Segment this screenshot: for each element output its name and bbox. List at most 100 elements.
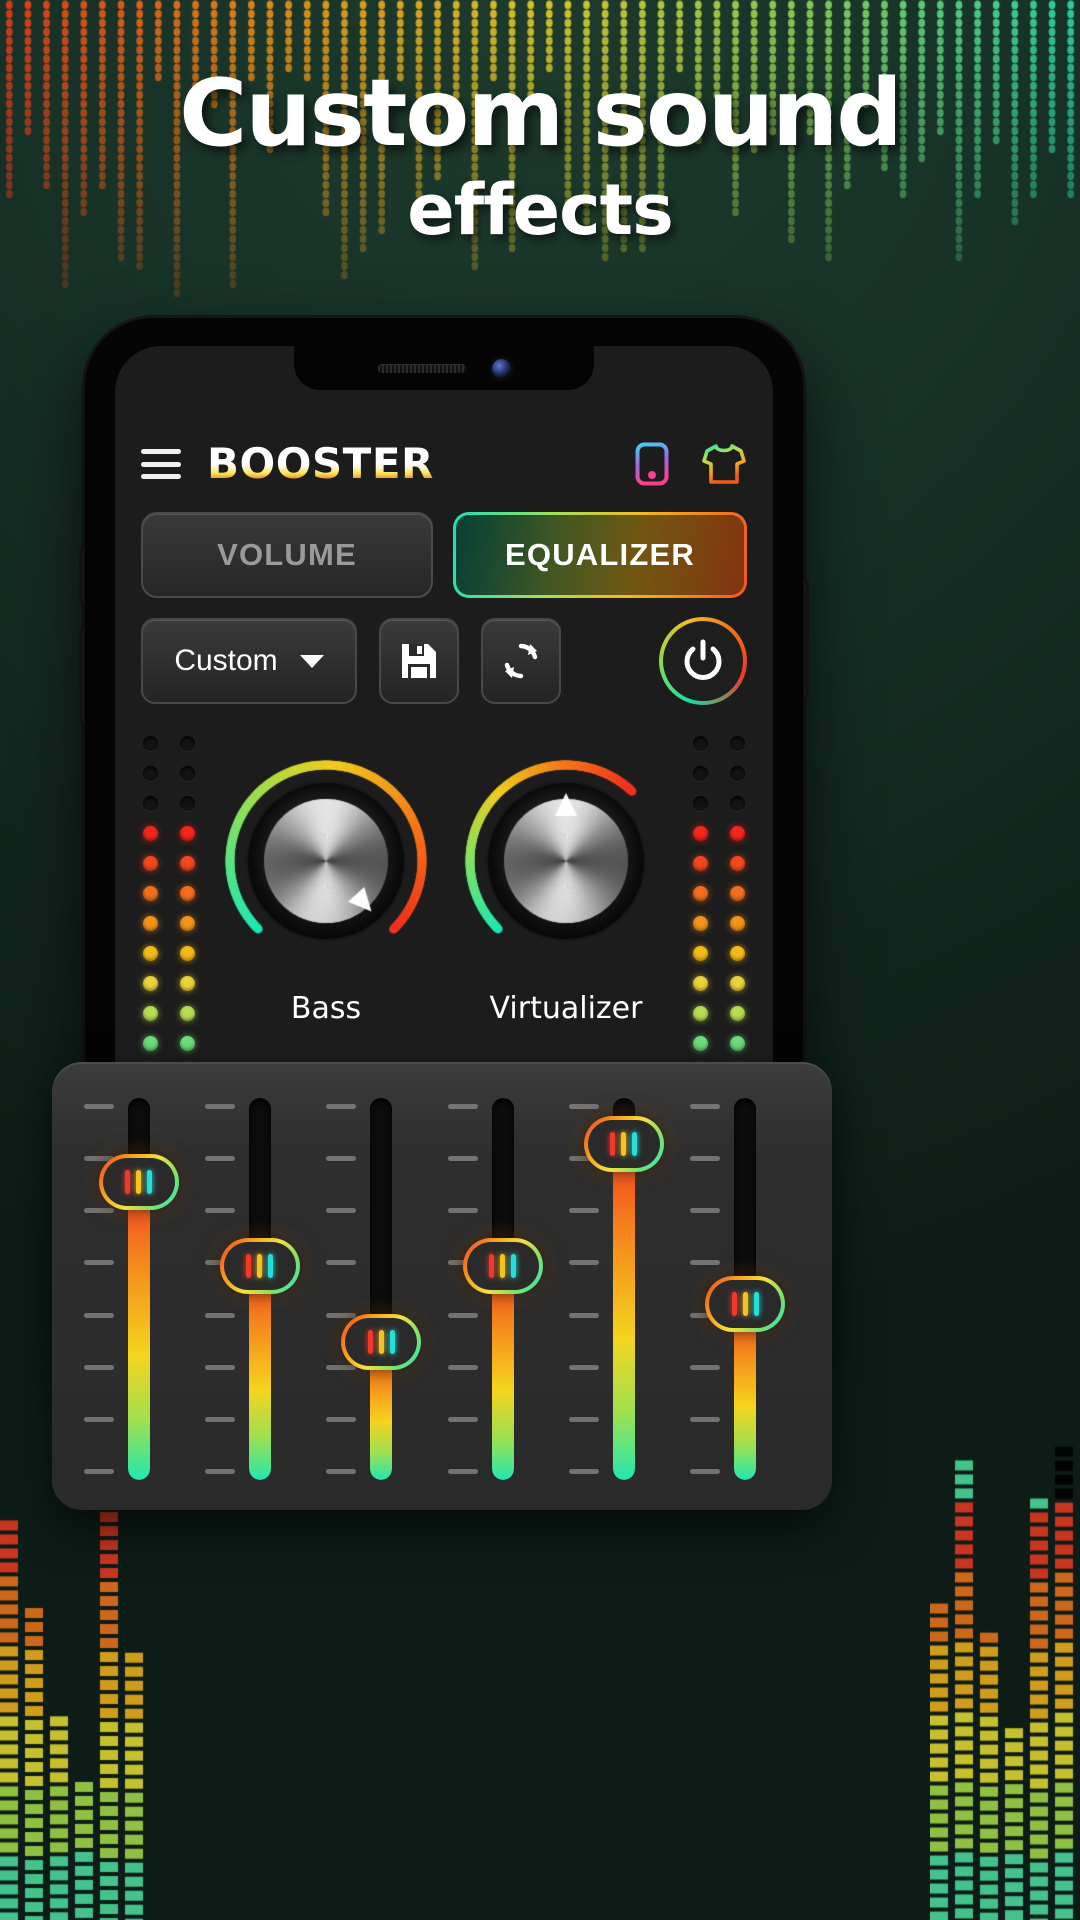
preset-dropdown[interactable]: Custom — [141, 618, 357, 704]
led-on — [730, 856, 745, 871]
eq-slider-fill — [491, 1266, 514, 1480]
earpiece-speaker-icon — [377, 363, 466, 373]
led-off — [730, 736, 745, 751]
knob-section: Bass Virtualizer — [115, 724, 773, 1111]
led-off — [693, 736, 708, 751]
led-on — [730, 916, 745, 931]
save-preset-button[interactable] — [379, 618, 459, 704]
led-off — [693, 796, 708, 811]
led-on — [180, 1006, 195, 1021]
led-on — [693, 1006, 708, 1021]
reset-preset-button[interactable] — [481, 618, 561, 704]
mode-tabs: VOLUME EQUALIZER — [141, 512, 747, 598]
led-on — [180, 826, 195, 841]
tick-mark — [83, 1416, 114, 1422]
tick-mark — [204, 1208, 235, 1214]
tab-equalizer[interactable]: EQUALIZER — [453, 512, 747, 598]
tick-mark — [568, 1468, 599, 1474]
preset-toolbar: Custom — [141, 618, 747, 704]
tick-mark — [326, 1208, 357, 1214]
tick-mark — [204, 1156, 235, 1162]
led-off — [143, 736, 158, 751]
led-on — [693, 826, 708, 841]
tick-mark — [690, 1208, 721, 1214]
led-on — [180, 946, 195, 961]
tick-mark — [447, 1416, 478, 1422]
knob-virtualizer[interactable]: Virtualizer — [451, 746, 681, 1026]
tshirt-theme-icon[interactable] — [701, 439, 747, 489]
eq-slider-thumb[interactable] — [463, 1238, 543, 1294]
tick-mark — [326, 1104, 357, 1109]
app-brand-title: BOOSTER — [207, 439, 434, 488]
eq-slider-2[interactable] — [204, 1098, 303, 1480]
eq-slider-ticks — [204, 1104, 235, 1474]
knob-bass-label: Bass — [290, 991, 362, 1026]
knob-bass[interactable]: Bass — [211, 746, 441, 1026]
tick-mark — [204, 1468, 235, 1474]
eq-slider-fill — [612, 1143, 635, 1480]
tick-mark — [690, 1156, 721, 1162]
led-off — [180, 766, 195, 781]
led-meter-left — [143, 736, 195, 1111]
tick-mark — [326, 1260, 357, 1266]
tick-mark — [83, 1364, 114, 1370]
tick-mark — [447, 1468, 478, 1474]
eq-slider-thumb[interactable] — [99, 1154, 179, 1210]
led-on — [180, 976, 195, 991]
eq-slider-track[interactable] — [370, 1098, 393, 1480]
eq-slider-5[interactable] — [568, 1098, 667, 1480]
tick-mark — [204, 1312, 235, 1318]
power-icon — [684, 639, 722, 680]
tick-mark — [690, 1364, 721, 1370]
tick-mark — [204, 1364, 235, 1370]
tick-mark — [690, 1260, 721, 1266]
eq-slider-thumb[interactable] — [220, 1238, 300, 1294]
tick-mark — [326, 1156, 357, 1162]
eq-slider-fill — [127, 1182, 150, 1480]
led-on — [143, 946, 158, 961]
tick-mark — [568, 1364, 599, 1370]
device-phone-icon[interactable] — [629, 439, 675, 489]
led-on — [693, 1036, 708, 1051]
led-on — [180, 1036, 195, 1051]
tick-mark — [568, 1104, 599, 1109]
led-on — [143, 826, 158, 841]
equalizer-slider-panel — [52, 1062, 832, 1510]
tick-mark — [690, 1468, 721, 1474]
floppy-save-icon — [402, 644, 436, 678]
led-on — [180, 856, 195, 871]
tick-mark — [204, 1104, 235, 1109]
led-on — [730, 976, 745, 991]
eq-slider-thumb[interactable] — [341, 1314, 421, 1370]
eq-slider-thumb[interactable] — [584, 1116, 664, 1172]
led-on — [143, 1006, 158, 1021]
tick-mark — [83, 1468, 114, 1474]
power-toggle-button[interactable] — [659, 617, 747, 705]
equalizer-dot-background — [0, 0, 1080, 324]
eq-slider-6[interactable] — [690, 1098, 788, 1480]
tick-mark — [568, 1312, 599, 1318]
led-on — [143, 916, 158, 931]
led-on — [143, 886, 158, 901]
led-on — [693, 856, 708, 871]
tick-mark — [83, 1104, 114, 1109]
led-on — [730, 1036, 745, 1051]
led-off — [693, 766, 708, 781]
eq-slider-ticks — [447, 1104, 478, 1474]
eq-slider-4[interactable] — [447, 1098, 546, 1480]
hamburger-menu-icon[interactable] — [141, 449, 181, 479]
tick-mark — [83, 1312, 114, 1318]
led-on — [730, 946, 745, 961]
tick-mark — [83, 1208, 114, 1214]
tick-mark — [447, 1104, 478, 1109]
eq-slider-1[interactable] — [83, 1098, 182, 1480]
eq-slider-3[interactable] — [326, 1098, 424, 1480]
led-off — [143, 796, 158, 811]
tab-volume[interactable]: VOLUME — [141, 512, 433, 598]
led-on — [180, 886, 195, 901]
promo-stage: Custom sound effects BOOSTER VOLUME EQUA… — [0, 0, 1080, 1920]
eq-slider-thumb[interactable] — [705, 1276, 785, 1332]
tick-mark — [204, 1416, 235, 1422]
tick-mark — [568, 1416, 599, 1422]
tick-mark — [447, 1156, 478, 1162]
